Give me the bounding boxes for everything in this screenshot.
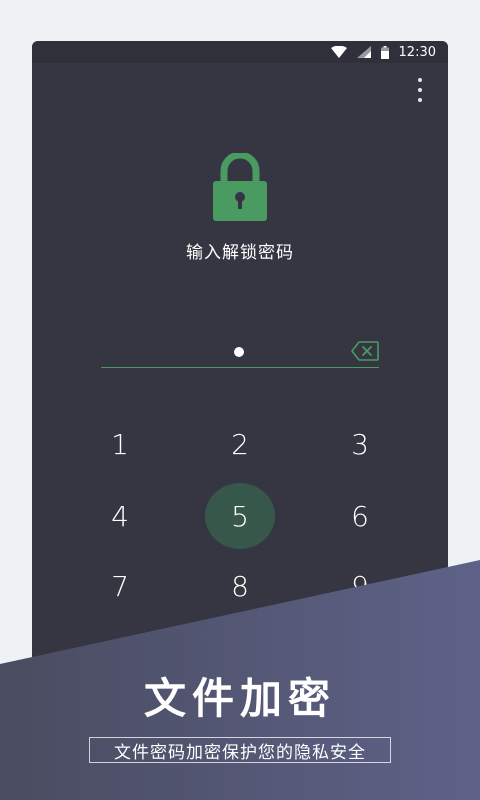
banner-subline: 文件密码加密保护您的隐私安全 xyxy=(114,742,366,763)
banner-headline: 文件加密 xyxy=(143,674,336,723)
banner-subline-box: 文件密码加密保护您的隐私安全 xyxy=(89,737,391,763)
screenshot-stage: 12:30 输入解锁密码 1 2 3 4 5 6 7 8 9 文件加密 文件密码… xyxy=(0,0,480,800)
